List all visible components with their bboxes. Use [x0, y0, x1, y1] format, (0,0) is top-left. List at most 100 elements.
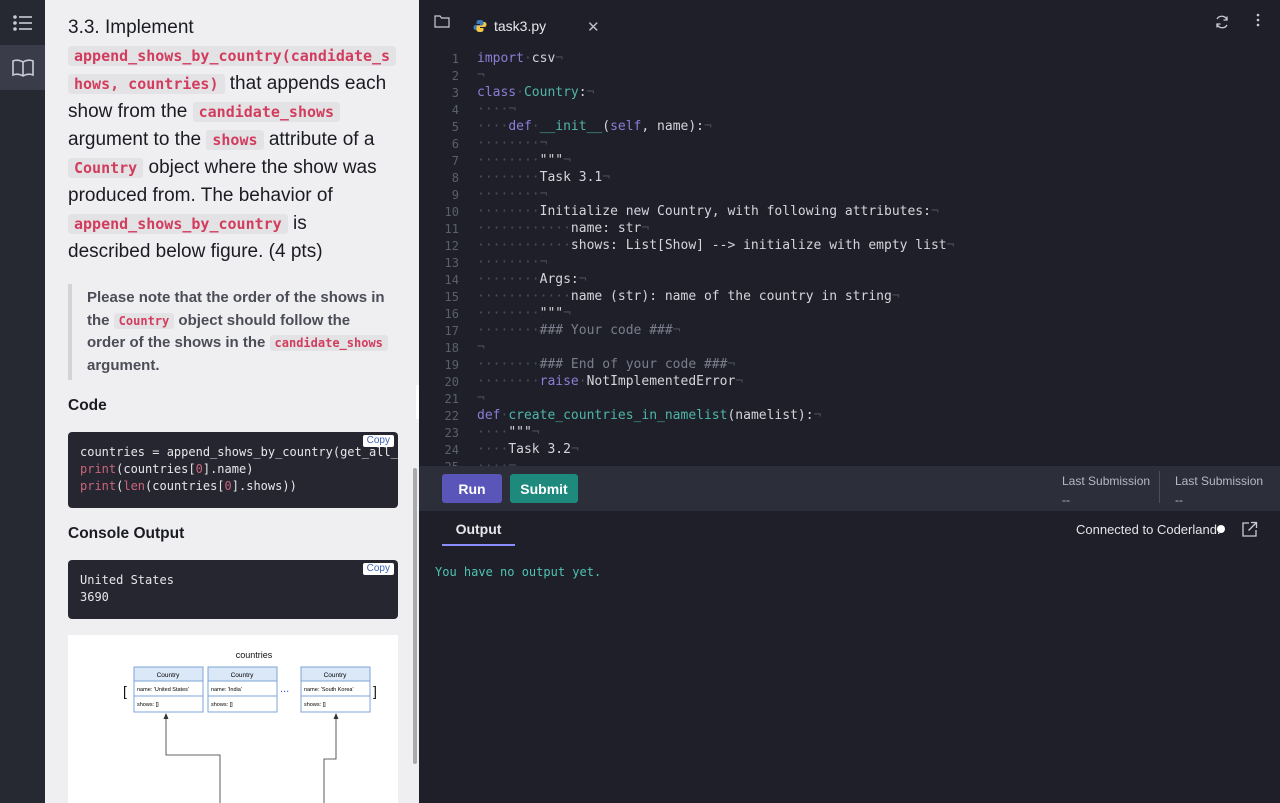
refresh-icon — [1216, 15, 1228, 29]
code-line: ····def·__init__(self, name):¬ — [477, 119, 712, 134]
editor-tabbar: task3.py ✕ — [419, 0, 1280, 46]
code-editor[interactable]: task3.py ✕ 1 2 3 4 5 6 7 8 9 10 11 12 13 14 15 16 17 18 19… — [419, 0, 1280, 466]
inline-code: Country — [113, 312, 175, 329]
copy-button[interactable]: Copy — [362, 435, 394, 447]
note-text: order of the shows in the — [87, 334, 266, 351]
run-bar: Run Submit Last Submission -- Last Submi… — [419, 466, 1280, 511]
note-text: Please note that the order of the shows … — [87, 289, 385, 306]
code-line: print(len(countries[0].shows)) — [80, 479, 297, 493]
inline-code: hows, countries) — [68, 74, 225, 94]
code-line: ········raise·NotImplementedError¬ — [477, 374, 744, 389]
code-line: ············name: str¬ — [477, 221, 650, 236]
more-options-button[interactable] — [1254, 13, 1262, 27]
last-submission-1: Last Submission -- — [1062, 472, 1150, 510]
outline-button[interactable] — [0, 0, 45, 45]
instructions-button[interactable] — [0, 45, 45, 90]
box-shows: shows: [] — [304, 702, 326, 708]
copy-button[interactable]: Copy — [362, 563, 394, 575]
line-number: 7 — [451, 154, 459, 168]
line-number: 19 — [444, 358, 459, 372]
country-box: Country name: 'United States' shows: [] — [133, 666, 204, 713]
code-line: ········¬ — [477, 187, 548, 202]
run-button[interactable]: Run — [442, 474, 502, 503]
list-icon — [12, 14, 32, 31]
heading-text: show from the — [68, 101, 188, 122]
last-submission-value: -- — [1062, 493, 1070, 507]
instructions-panel: 3.3. Implement append_shows_by_country(c… — [45, 0, 419, 803]
code-line: ········"""¬ — [477, 153, 571, 168]
last-submission-2: Last Submission -- — [1175, 472, 1263, 510]
code-line: ····"""¬ — [477, 425, 540, 440]
line-number: 21 — [444, 392, 459, 406]
inline-code: candidate_shows — [192, 102, 341, 122]
close-bracket: ] — [373, 683, 377, 699]
heading-text: 3.3. Implement — [68, 17, 194, 38]
code-line: ············shows: List[Show] --> initia… — [477, 238, 955, 253]
console-heading: Console Output — [68, 525, 185, 542]
heading-text: argument to the — [68, 129, 202, 150]
line-number: 3 — [451, 86, 459, 100]
code-line: ¬ — [477, 68, 485, 83]
inline-code: append_shows_by_country — [68, 214, 288, 234]
line-number: 9 — [451, 188, 459, 202]
close-tab-button[interactable]: ✕ — [587, 18, 600, 36]
task-heading: 3.3. Implement append_shows_by_country(c… — [68, 14, 398, 266]
popout-button[interactable] — [1241, 521, 1258, 543]
code-line: ········### Your code ###¬ — [477, 323, 681, 338]
console-line: United States — [80, 573, 174, 587]
code-line: ········¬ — [477, 255, 548, 270]
code-line: ········Task 3.1¬ — [477, 170, 611, 185]
last-submission-label: Last Submission — [1175, 474, 1264, 488]
instructions-scrollbar[interactable] — [413, 468, 417, 764]
code-area[interactable]: 1234567891011121314151617181920212223242… — [419, 49, 1280, 466]
box-shows: shows: [] — [211, 702, 233, 708]
note-blockquote: Please note that the order of the shows … — [68, 284, 398, 380]
code-line: countries = append_shows_by_country(get_… — [80, 445, 398, 459]
arrow-heads — [163, 713, 339, 719]
line-number: 24 — [444, 443, 459, 457]
console-line: 3690 — [80, 590, 109, 604]
line-number: 12 — [444, 239, 459, 253]
note-text: object should follow the — [178, 311, 351, 329]
tab-output[interactable]: Output — [442, 521, 515, 546]
inline-code: candidate_shows — [269, 335, 388, 351]
inline-code: shows — [206, 130, 264, 150]
code-line: ········"""¬ — [477, 306, 571, 321]
heading-text: produced from. The behavior of — [68, 185, 333, 206]
left-rail — [0, 0, 45, 803]
code-line: ····¬ — [477, 102, 517, 117]
file-explorer-button[interactable] — [434, 14, 450, 33]
box-header: Country — [324, 672, 348, 679]
inline-code: Country — [68, 158, 144, 178]
more-vertical-icon — [1256, 13, 1260, 27]
countries-diagram: countries [ ] ... Country name: 'United … — [123, 650, 377, 803]
output-text: You have no output yet. — [435, 565, 602, 579]
heading-text: attribute of a — [268, 129, 375, 150]
code-line: def·create_countries_in_namelist(namelis… — [477, 408, 822, 423]
open-bracket: [ — [123, 683, 127, 699]
line-number: 18 — [444, 341, 459, 355]
console-output-block: Copy United States 3690 — [68, 560, 398, 619]
submit-button[interactable]: Submit — [510, 474, 578, 503]
code-line: ¬ — [477, 391, 485, 406]
code-line: ········### End of your code ###¬ — [477, 357, 736, 372]
popout-icon — [1242, 521, 1258, 537]
line-number: 20 — [444, 375, 459, 389]
line-number: 8 — [451, 171, 459, 185]
line-number: 22 — [444, 409, 459, 423]
code-line: ········Args:¬ — [477, 272, 587, 287]
refresh-button[interactable] — [1214, 14, 1230, 35]
close-icon: ✕ — [587, 19, 600, 36]
line-number: 14 — [444, 273, 459, 287]
box-shows: shows: [] — [137, 702, 159, 708]
tab-task3[interactable]: task3.py — [473, 18, 546, 34]
code-line: ····¬ — [477, 459, 516, 466]
code-line: ····Task 3.2¬ — [477, 442, 579, 457]
box-name: name: 'South Korea' — [304, 687, 354, 693]
line-number: 5 — [451, 120, 459, 134]
countries-figure: countries [ ] ... Country name: 'United … — [68, 635, 398, 803]
code-line: class·Country:¬ — [477, 85, 595, 100]
code-line: ········¬ — [477, 136, 548, 151]
output-panel: Output Connected to Coderland. You have … — [419, 511, 1280, 803]
python-icon — [473, 20, 487, 32]
